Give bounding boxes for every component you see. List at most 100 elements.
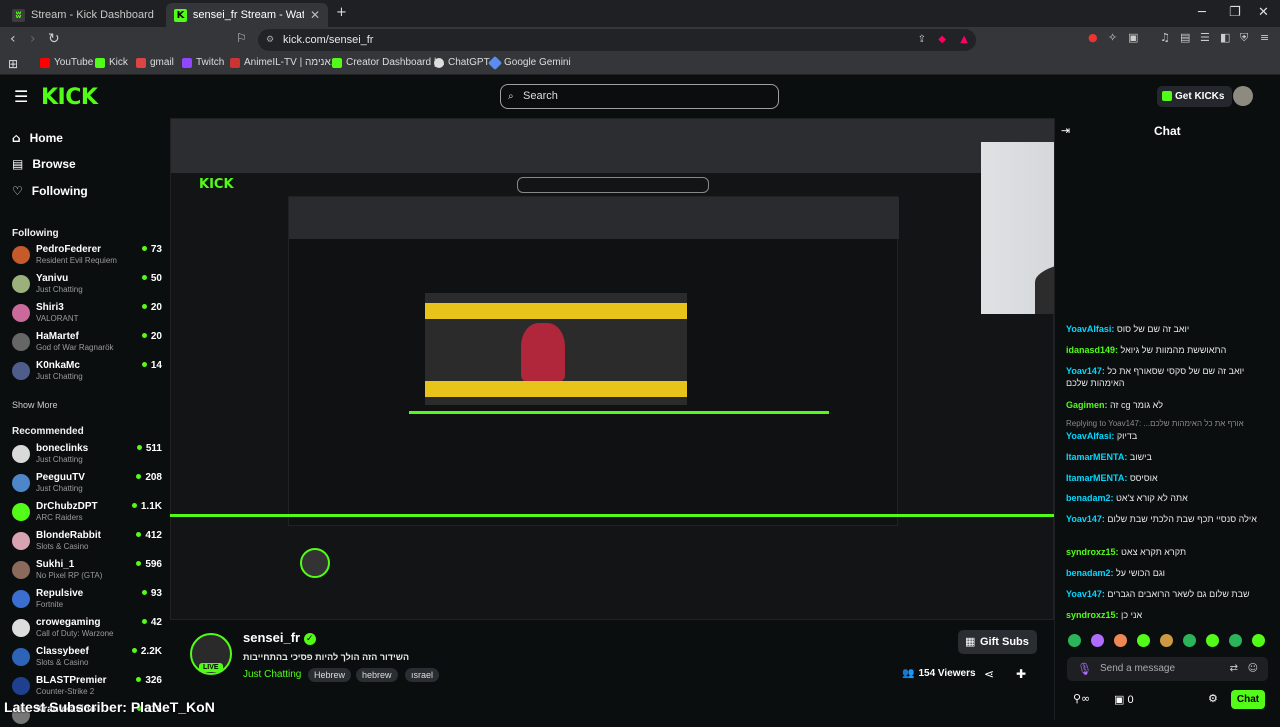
chat-message[interactable]: YoavAlfasi: בדיוק bbox=[1066, 430, 1272, 442]
chat-username[interactable]: idanasd149: bbox=[1066, 345, 1118, 355]
site-info-icon[interactable]: ⚙ bbox=[266, 29, 274, 51]
emote-icon[interactable] bbox=[1252, 634, 1265, 647]
chat-username[interactable]: Yoav147: bbox=[1066, 514, 1105, 524]
gear-icon[interactable]: ⚙ bbox=[1208, 692, 1218, 705]
emote-icon[interactable] bbox=[1206, 634, 1219, 647]
channel-item-crowegaming[interactable]: crowegaming Call of Duty: Warzone 42 bbox=[12, 616, 162, 640]
browser-tab-stream[interactable]: K sensei_fr Stream - Watch Live on ✕ bbox=[166, 3, 328, 27]
chat-message[interactable]: Gagimen: לא גומר cg זה bbox=[1066, 399, 1272, 411]
nav-browse[interactable]: ▤ Browse bbox=[12, 157, 76, 171]
record-icon[interactable]: ● bbox=[1088, 31, 1098, 44]
wallet-icon[interactable]: ◧ bbox=[1220, 31, 1230, 44]
bookmark-youtube[interactable]: YouTube bbox=[40, 57, 93, 68]
tag-hebrew[interactable]: Hebrew bbox=[308, 668, 352, 682]
channel-item-drchubzdpt[interactable]: DrChubzDPT ARC Raiders 1.1K bbox=[12, 500, 162, 524]
chat-username[interactable]: syndroxz15: bbox=[1066, 610, 1119, 620]
bookmark-chatgpt[interactable]: ChatGPT bbox=[434, 57, 490, 68]
screenshot-icon[interactable]: ▣ bbox=[1128, 31, 1138, 44]
streamer-name[interactable]: sensei_fr ✓ bbox=[243, 630, 316, 645]
bookmark-twitch[interactable]: Twitch bbox=[182, 57, 224, 68]
emote-icon[interactable] bbox=[1183, 634, 1196, 647]
brave-shield-icon[interactable]: ◆ bbox=[938, 29, 946, 51]
chat-username[interactable]: benadam2: bbox=[1066, 493, 1114, 503]
share-icon[interactable]: ⋖ bbox=[984, 667, 994, 681]
translate-icon[interactable]: ⇄ bbox=[1230, 657, 1238, 681]
video-player[interactable]: KICK bbox=[170, 118, 1054, 620]
search-input[interactable]: ⌕ Search bbox=[500, 84, 779, 109]
channel-item-hamartef[interactable]: HaMartef God of War Ragnarök 20 bbox=[12, 330, 162, 354]
channel-item-shiri3[interactable]: Shiri3 VALORANT 20 bbox=[12, 301, 162, 325]
emote-icon[interactable] bbox=[1068, 634, 1081, 647]
close-tab-icon[interactable]: ✕ bbox=[310, 8, 320, 22]
chat-username[interactable]: syndroxz15: bbox=[1066, 547, 1119, 557]
gift-subs-button[interactable]: ▦ Gift Subs bbox=[958, 630, 1037, 654]
kick-logo[interactable]: KICK bbox=[41, 85, 98, 110]
channel-item-blastpremier[interactable]: BLASTPremier Counter-Strike 2 326 bbox=[12, 674, 162, 698]
chat-message[interactable]: Yoav147: אילה סנסיי תכף שבת הלכתי שבת של… bbox=[1066, 513, 1272, 525]
channel-item-k0nkamc[interactable]: K0nkaMc Just Chatting 14 bbox=[12, 359, 162, 383]
reading-list-icon[interactable]: ☰ bbox=[1200, 31, 1210, 44]
emote-icon[interactable] bbox=[1091, 634, 1104, 647]
channel-item-classybeef[interactable]: Classybeef Slots & Casino 2.2K bbox=[12, 645, 162, 669]
bookmark-gemini[interactable]: Google Gemini bbox=[487, 55, 571, 70]
chat-username[interactable]: YoavAlfasi: bbox=[1066, 324, 1114, 334]
reload-icon[interactable]: ↻ bbox=[48, 31, 60, 47]
chat-username[interactable]: Yoav147: bbox=[1066, 589, 1105, 599]
channel-item-pedrofederer[interactable]: PedroFederer Resident Evil Requiem 73 bbox=[12, 243, 162, 267]
emote-icon[interactable] bbox=[1137, 634, 1150, 647]
minimize-icon[interactable]: ─ bbox=[1198, 5, 1206, 20]
menu-icon[interactable]: ≡ bbox=[1260, 31, 1269, 44]
chat-message[interactable]: Yoav147: יואב זה שם של סקסי שסאורף את כל… bbox=[1066, 365, 1272, 389]
rewards-icon[interactable]: ▲ bbox=[960, 29, 968, 51]
chat-username[interactable]: ItamarMENTA: bbox=[1066, 473, 1127, 483]
music-icon[interactable]: ♫ bbox=[1160, 31, 1170, 44]
chat-username[interactable]: Yoav147: bbox=[1066, 366, 1105, 376]
emote-icon[interactable] bbox=[1229, 634, 1242, 647]
channel-item-blonderabbit[interactable]: BlondeRabbit Slots & Casino 412 bbox=[12, 529, 162, 553]
vpn-icon[interactable]: ⛨ bbox=[1240, 31, 1248, 45]
chat-message[interactable]: idanasd149: התאוששת מהמוות של גיואל bbox=[1066, 344, 1272, 356]
chat-send-button[interactable]: Chat bbox=[1231, 690, 1265, 709]
bookmark-animeil[interactable]: AnimeIL-TV | אנימה... bbox=[230, 57, 339, 68]
back-icon[interactable]: ‹ bbox=[10, 31, 16, 47]
chat-message[interactable]: syndroxz15: תקרא תקרא צאט bbox=[1066, 546, 1272, 558]
chat-message[interactable]: benadam2: וגם הכושי על bbox=[1066, 567, 1272, 579]
chat-username[interactable]: Gagimen: bbox=[1066, 400, 1108, 410]
chat-settings-icon[interactable]: ⚲∞ bbox=[1073, 692, 1090, 705]
emote-icon[interactable] bbox=[1160, 634, 1173, 647]
chat-message[interactable]: syndroxz15: אני כן bbox=[1066, 609, 1272, 621]
chat-input[interactable]: 🎙 Send a message ⇄ ☺ bbox=[1067, 657, 1268, 681]
bookmark-icon[interactable]: ⚐ bbox=[236, 31, 247, 45]
channel-item-sukhi_1[interactable]: Sukhi_1 No Pixel RP (GTA) 596 bbox=[12, 558, 162, 582]
hamburger-menu-icon[interactable]: ☰ bbox=[14, 87, 28, 106]
forward-icon[interactable]: › bbox=[30, 31, 36, 47]
show-more-link[interactable]: Show More bbox=[12, 400, 58, 410]
chat-message[interactable]: YoavAlfasi: יואב זה שם של סוס bbox=[1066, 323, 1272, 335]
chat-username[interactable]: ItamarMENTA: bbox=[1066, 452, 1127, 462]
emote-icon[interactable] bbox=[1114, 634, 1127, 647]
get-kicks-button[interactable]: Get KICKs bbox=[1157, 86, 1233, 107]
channel-item-boneclinks[interactable]: boneclinks Just Chatting 511 bbox=[12, 442, 162, 466]
new-tab-button[interactable]: + bbox=[336, 5, 347, 20]
follow-icon[interactable]: ✚ bbox=[1016, 667, 1026, 681]
bookmark-kick[interactable]: Kick bbox=[95, 57, 128, 68]
emoji-icon[interactable]: ☺ bbox=[1248, 657, 1258, 681]
chat-username[interactable]: YoavAlfasi: bbox=[1066, 431, 1114, 441]
chat-message[interactable]: benadam2: אתה לא קורא צ'אט bbox=[1066, 492, 1272, 504]
microphone-icon[interactable]: 🎙 bbox=[1077, 657, 1092, 681]
bookmark-gmail[interactable]: gmail bbox=[136, 57, 174, 68]
bookmark-creator-dashboard[interactable]: Creator Dashboard |... bbox=[332, 57, 445, 68]
nav-home[interactable]: ⌂ Home bbox=[12, 131, 63, 145]
channel-item-peeguutv[interactable]: PeeguuTV Just Chatting 208 bbox=[12, 471, 162, 495]
extensions-icon[interactable]: ✧ bbox=[1108, 31, 1117, 44]
maximize-icon[interactable]: ❐ bbox=[1229, 5, 1241, 20]
browser-tab-dashboard[interactable]: ʬ Stream - Kick Dashboard bbox=[4, 3, 166, 27]
channel-item-repulsive[interactable]: Repulsive Fortnite 93 bbox=[12, 587, 162, 611]
stream-category[interactable]: Just Chatting bbox=[243, 669, 301, 680]
address-bar[interactable]: ⚙ kick.com/sensei_fr ⇪ ◆ ▲ bbox=[258, 29, 976, 51]
close-window-icon[interactable]: ✕ bbox=[1258, 5, 1269, 20]
channel-item-yanivu[interactable]: Yanivu Just Chatting 50 bbox=[12, 272, 162, 296]
share-icon[interactable]: ⇪ bbox=[918, 29, 926, 51]
tag-hebrew-lower[interactable]: hebrew bbox=[356, 668, 398, 682]
user-avatar[interactable] bbox=[1233, 86, 1253, 106]
